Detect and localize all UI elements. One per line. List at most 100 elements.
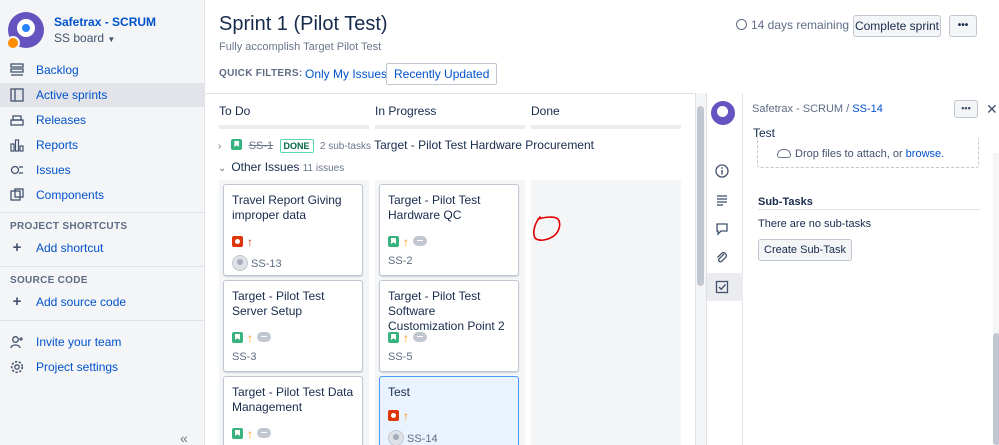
sidebar-item-releases[interactable]: Releases bbox=[0, 108, 204, 132]
sidebar-divider bbox=[0, 266, 204, 267]
filter-recently-updated[interactable]: Recently Updated bbox=[386, 63, 498, 85]
column-header-todo: To Do bbox=[219, 104, 251, 118]
plus-icon: + bbox=[12, 239, 22, 256]
column-bar bbox=[375, 125, 525, 129]
sidebar-item-reports[interactable]: Reports bbox=[0, 133, 204, 157]
complete-sprint-button[interactable]: Complete sprint bbox=[853, 15, 941, 37]
detail-rail bbox=[707, 93, 743, 445]
subtasks-heading: Sub-Tasks bbox=[758, 196, 813, 208]
backlog-icon bbox=[10, 63, 24, 77]
chevron-down-icon[interactable]: ⌄ bbox=[218, 163, 228, 174]
project-name[interactable]: Safetrax - SCRUM bbox=[54, 15, 156, 29]
parent-issue-key[interactable]: SS-1 bbox=[249, 140, 273, 152]
invite-team-link[interactable]: Invite your team bbox=[0, 330, 204, 354]
add-source-code-label: Add source code bbox=[36, 295, 127, 309]
more-actions-button[interactable]: ••• bbox=[949, 15, 977, 37]
add-source-code-link[interactable]: + Add source code bbox=[0, 290, 204, 314]
time-remaining-text: 14 days remaining bbox=[751, 18, 850, 32]
project-settings-link[interactable]: Project settings bbox=[0, 355, 204, 379]
breadcrumb: Safetrax - SCRUM / SS-14 bbox=[752, 103, 883, 115]
card-title: Target - Pilot Test Data Management bbox=[232, 385, 354, 414]
issue-card[interactable]: Travel Report Giving improper data ↑ SS-… bbox=[223, 184, 363, 276]
chevron-right-icon[interactable]: › bbox=[218, 141, 228, 152]
card-title: Test bbox=[388, 385, 411, 399]
sidebar-divider bbox=[0, 212, 204, 213]
story-icon bbox=[388, 236, 399, 247]
issue-card[interactable]: Target - Pilot Test Hardware QC ↑ SS-2 bbox=[379, 184, 519, 276]
sidebar-item-backlog[interactable]: Backlog bbox=[0, 58, 204, 82]
estimate-badge bbox=[257, 332, 271, 342]
board-icon bbox=[10, 88, 24, 102]
board-switcher[interactable]: SS board ▼ bbox=[54, 31, 115, 45]
drop-instruction: Drop files to attach, or bbox=[795, 148, 903, 160]
attachment-icon[interactable] bbox=[715, 251, 729, 265]
detail-scrollbar-thumb[interactable] bbox=[993, 333, 999, 445]
project-badge-icon bbox=[6, 36, 20, 50]
parent-issue-summary: Target - Pilot Test Hardware Procurement bbox=[374, 138, 594, 152]
detail-more-button[interactable]: ••• bbox=[954, 100, 978, 118]
estimate-badge bbox=[413, 236, 427, 246]
caret-down-icon: ▼ bbox=[107, 35, 116, 44]
bug-icon bbox=[388, 410, 399, 421]
issue-card[interactable]: Target - Pilot Test Server Setup ↑ SS-3 bbox=[223, 280, 363, 372]
card-title: Target - Pilot Test Software Customizati… bbox=[388, 289, 505, 333]
project-header[interactable]: Safetrax - SCRUM SS board ▼ bbox=[6, 12, 198, 50]
sidebar-item-label: Backlog bbox=[36, 63, 79, 77]
sidebar-item-active-sprints[interactable]: Active sprints bbox=[0, 83, 204, 107]
story-icon bbox=[232, 428, 243, 439]
breadcrumb-project[interactable]: Safetrax - SCRUM bbox=[752, 103, 843, 115]
estimate-badge bbox=[413, 332, 427, 342]
card-key: SS-14 bbox=[407, 433, 438, 445]
board-name: SS board bbox=[54, 31, 105, 45]
status-badge: DONE bbox=[279, 139, 314, 153]
card-key: SS-5 bbox=[388, 351, 413, 363]
page-title: Sprint 1 (Pilot Test) bbox=[219, 13, 388, 35]
sidebar-item-label: Releases bbox=[36, 113, 87, 127]
project-settings-label: Project settings bbox=[36, 360, 119, 374]
upload-cloud-icon bbox=[777, 149, 791, 158]
sidebar-item-label: Reports bbox=[36, 138, 79, 152]
card-key: SS-13 bbox=[251, 258, 282, 270]
issue-card[interactable]: Target - Pilot Test Software Customizati… bbox=[379, 280, 519, 372]
add-shortcut-link[interactable]: + Add shortcut bbox=[0, 236, 204, 260]
card-title: Target - Pilot Test Server Setup bbox=[232, 289, 325, 318]
add-user-icon bbox=[10, 335, 24, 349]
subtasks-icon[interactable] bbox=[715, 280, 729, 294]
plus-icon: + bbox=[12, 293, 22, 310]
info-icon[interactable] bbox=[715, 164, 729, 178]
browse-link[interactable]: browse. bbox=[906, 148, 945, 160]
breadcrumb-issue-key[interactable]: SS-14 bbox=[852, 103, 883, 115]
close-icon[interactable]: ✕ bbox=[986, 102, 998, 116]
sidebar-item-label: Issues bbox=[36, 163, 71, 177]
other-issues-label: Other Issues bbox=[231, 160, 300, 174]
description-icon[interactable] bbox=[715, 193, 729, 207]
column-header-in-progress: In Progress bbox=[375, 104, 437, 118]
clock-icon bbox=[736, 19, 747, 30]
board-scrollbar-thumb[interactable] bbox=[697, 106, 704, 286]
main-content: Sprint 1 (Pilot Test) Fully accomplish T… bbox=[206, 0, 999, 445]
story-icon bbox=[232, 332, 243, 343]
avatar bbox=[388, 430, 404, 445]
filter-only-my-issues[interactable]: Only My Issues bbox=[297, 63, 395, 85]
story-icon bbox=[231, 139, 243, 150]
issues-icon bbox=[10, 163, 24, 177]
chart-icon bbox=[10, 138, 24, 152]
gear-icon bbox=[10, 360, 24, 374]
priority-medium-icon: ↑ bbox=[247, 427, 253, 441]
parent-swimlane-row[interactable]: › SS-1 DONE 2 sub-tasks Target - Pilot T… bbox=[218, 138, 594, 153]
comment-icon[interactable] bbox=[715, 222, 729, 236]
priority-high-icon: ↑ bbox=[247, 235, 253, 249]
issue-card-selected[interactable]: Test ↑ SS-14 bbox=[379, 376, 519, 445]
issue-card[interactable]: Target - Pilot Test Data Management ↑ bbox=[223, 376, 363, 445]
collapse-sidebar-icon[interactable]: « bbox=[180, 431, 188, 445]
add-shortcut-label: Add shortcut bbox=[36, 241, 104, 255]
project-avatar[interactable] bbox=[6, 12, 44, 50]
column-bar bbox=[219, 125, 369, 129]
create-subtask-button[interactable]: Create Sub-Task bbox=[758, 239, 852, 261]
sidebar-item-components[interactable]: Components bbox=[0, 183, 204, 207]
card-title: Target - Pilot Test Hardware QC bbox=[388, 193, 481, 222]
sidebar-item-issues[interactable]: Issues bbox=[0, 158, 204, 182]
subtask-count: 2 sub-tasks bbox=[319, 141, 371, 152]
time-remaining: 14 days remaining bbox=[736, 18, 849, 32]
other-issues-swimlane[interactable]: ⌄ Other Issues 11 issues bbox=[218, 160, 344, 174]
